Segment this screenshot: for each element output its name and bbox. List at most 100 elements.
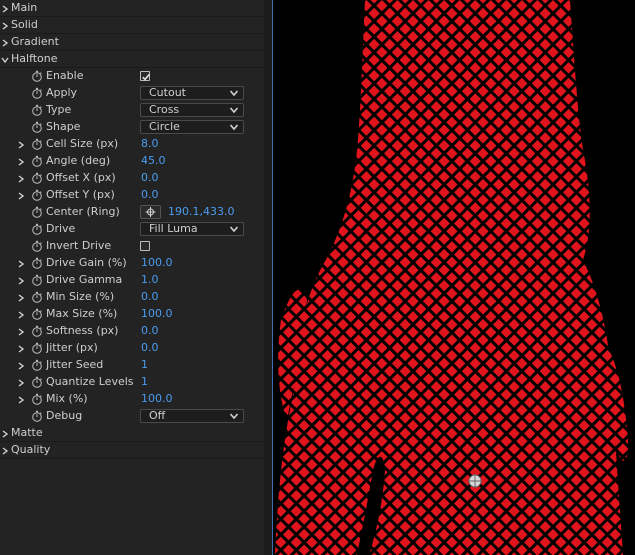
param-value-scrubber[interactable]: 0.0 [141, 290, 159, 303]
chevron-right-icon[interactable] [16, 391, 26, 408]
stopwatch-icon[interactable] [31, 240, 43, 252]
param-row-drive-gamma: Drive Gamma 1.0 [0, 272, 264, 289]
chevron-right-icon[interactable] [16, 170, 26, 187]
param-value-scrubber[interactable]: 0.0 [141, 171, 159, 184]
chevron-right-icon[interactable] [0, 34, 10, 51]
chevron-right-icon[interactable] [16, 255, 26, 272]
shape-dropdown[interactable]: Circle [140, 120, 244, 134]
param-row-shape: Shape Circle [0, 119, 264, 136]
stopwatch-icon[interactable] [31, 223, 43, 235]
param-value-scrubber[interactable]: 100.0 [141, 392, 173, 405]
point-value[interactable]: 190.1,433.0 [168, 205, 234, 218]
param-label: Type [46, 103, 72, 116]
param-label: Apply [46, 86, 78, 99]
group-main[interactable]: Main [0, 0, 264, 17]
chevron-down-icon [229, 88, 239, 98]
param-value-scrubber[interactable]: 8.0 [141, 137, 159, 150]
tree-guide [20, 119, 21, 136]
group-gradient[interactable]: Gradient [0, 34, 264, 51]
param-row-cell-size-px: Cell Size (px) 8.0 [0, 136, 264, 153]
chevron-right-icon[interactable] [16, 153, 26, 170]
stopwatch-icon[interactable] [31, 325, 43, 337]
group-halftone[interactable]: Halftone [0, 51, 264, 68]
param-label: Debug [46, 409, 83, 422]
stopwatch-icon[interactable] [31, 121, 43, 133]
param-label: Max Size (%) [46, 307, 118, 320]
composition-viewer[interactable] [272, 0, 635, 555]
param-row-softness-px: Softness (px) 0.0 [0, 323, 264, 340]
chevron-right-icon[interactable] [16, 187, 26, 204]
tree-guide [20, 68, 21, 85]
tree-guide [20, 408, 21, 425]
stopwatch-icon[interactable] [31, 359, 43, 371]
group-quality[interactable]: Quality [0, 442, 264, 459]
drive-dropdown[interactable]: Fill Luma [140, 222, 244, 236]
chevron-right-icon[interactable] [0, 425, 10, 442]
invert-drive-checkbox[interactable] [140, 241, 150, 251]
stopwatch-icon[interactable] [31, 138, 43, 150]
stopwatch-icon[interactable] [31, 393, 43, 405]
param-value-scrubber[interactable]: 0.0 [141, 188, 159, 201]
stopwatch-icon[interactable] [31, 257, 43, 269]
param-value-scrubber[interactable]: 1 [141, 358, 148, 371]
stopwatch-icon[interactable] [31, 206, 43, 218]
chevron-down-icon[interactable] [0, 51, 10, 68]
chevron-right-icon[interactable] [16, 357, 26, 374]
stopwatch-icon[interactable] [31, 87, 43, 99]
param-row-offset-y-px: Offset Y (px) 0.0 [0, 187, 264, 204]
param-row-invert-drive: Invert Drive [0, 238, 264, 255]
tree-guide [20, 85, 21, 102]
stopwatch-icon[interactable] [31, 70, 43, 82]
param-row-angle-deg: Angle (deg) 45.0 [0, 153, 264, 170]
chevron-right-icon[interactable] [16, 136, 26, 153]
enable-checkbox[interactable] [140, 71, 150, 81]
stopwatch-icon[interactable] [31, 342, 43, 354]
dropdown-value: Cross [149, 103, 180, 116]
chevron-down-icon [229, 105, 239, 115]
crosshair-icon[interactable] [140, 205, 161, 219]
param-value-scrubber[interactable]: 1 [141, 375, 148, 388]
stopwatch-icon[interactable] [31, 410, 43, 422]
dropdown-value: Off [149, 409, 166, 422]
group-solid[interactable]: Solid [0, 17, 264, 34]
group-label: Solid [11, 18, 38, 31]
debug-dropdown[interactable]: Off [140, 409, 244, 423]
stopwatch-icon[interactable] [31, 104, 43, 116]
chevron-right-icon[interactable] [0, 442, 10, 459]
param-value-scrubber[interactable]: 100.0 [141, 307, 173, 320]
tree-guide [20, 238, 21, 255]
param-row-min-size: Min Size (%) 0.0 [0, 289, 264, 306]
chevron-right-icon[interactable] [16, 306, 26, 323]
group-matte[interactable]: Matte [0, 425, 264, 442]
silhouette-shape [275, 0, 623, 555]
type-dropdown[interactable]: Cross [140, 103, 244, 117]
chevron-down-icon [229, 411, 239, 421]
param-value-scrubber[interactable]: 100.0 [141, 256, 173, 269]
param-value-scrubber[interactable]: 1.0 [141, 273, 159, 286]
chevron-right-icon[interactable] [16, 272, 26, 289]
param-value-scrubber[interactable]: 0.0 [141, 324, 159, 337]
stopwatch-icon[interactable] [31, 274, 43, 286]
chevron-right-icon[interactable] [16, 289, 26, 306]
chevron-right-icon[interactable] [0, 17, 10, 34]
param-row-apply: Apply Cutout [0, 85, 264, 102]
stopwatch-icon[interactable] [31, 155, 43, 167]
param-row-type: Type Cross [0, 102, 264, 119]
chevron-right-icon[interactable] [0, 0, 10, 17]
group-label: Gradient [11, 35, 59, 48]
stopwatch-icon[interactable] [31, 291, 43, 303]
stopwatch-icon[interactable] [31, 376, 43, 388]
param-label: Jitter (px) [46, 341, 98, 354]
chevron-right-icon[interactable] [16, 340, 26, 357]
panel-divider[interactable] [264, 0, 272, 555]
apply-dropdown[interactable]: Cutout [140, 86, 244, 100]
chevron-right-icon[interactable] [16, 323, 26, 340]
stopwatch-icon[interactable] [31, 189, 43, 201]
param-value-scrubber[interactable]: 45.0 [141, 154, 166, 167]
chevron-right-icon[interactable] [16, 374, 26, 391]
stopwatch-icon[interactable] [31, 172, 43, 184]
param-label: Invert Drive [46, 239, 112, 252]
param-value-scrubber[interactable]: 0.0 [141, 341, 159, 354]
param-row-max-size: Max Size (%) 100.0 [0, 306, 264, 323]
stopwatch-icon[interactable] [31, 308, 43, 320]
